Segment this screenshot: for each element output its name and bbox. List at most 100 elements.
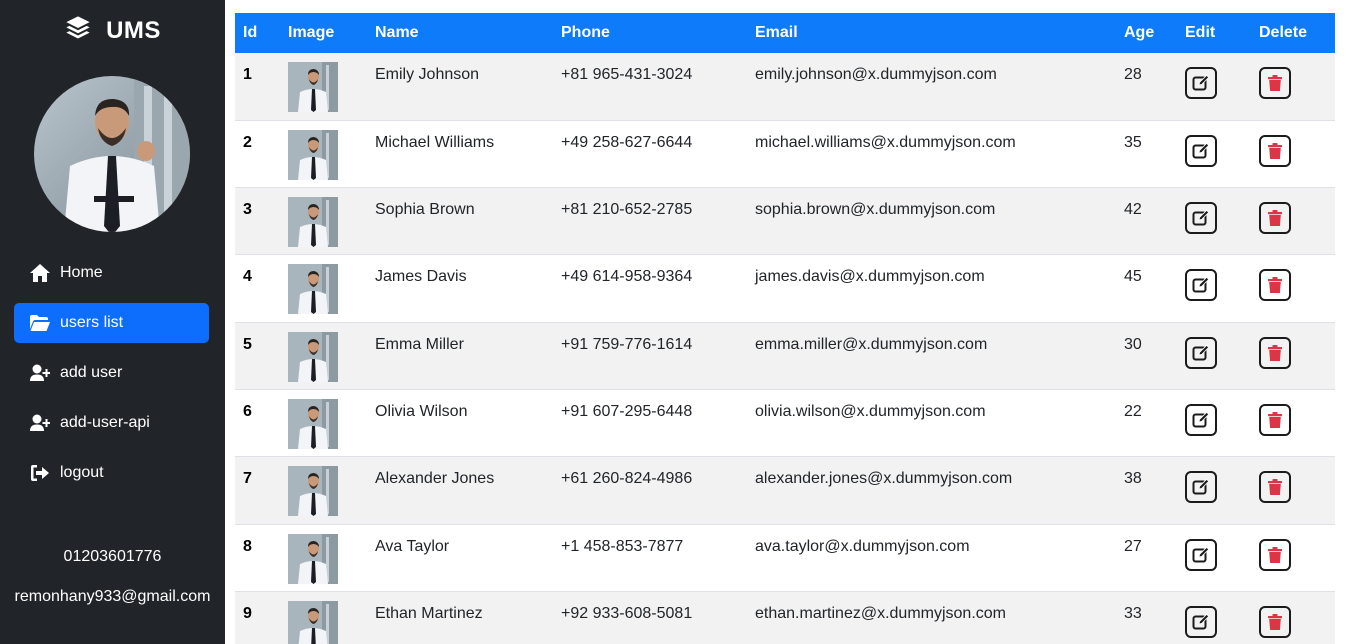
table-header-row: Id Image Name Phone Email Age Edit Delet… xyxy=(235,13,1335,53)
sidebar-item-home[interactable]: Home xyxy=(14,253,209,293)
delete-button[interactable] xyxy=(1259,202,1291,235)
profile-phone: 01203601776 xyxy=(63,548,162,565)
brand: UMS xyxy=(0,14,225,47)
edit-icon xyxy=(1192,344,1210,362)
trash-icon xyxy=(1268,411,1282,428)
users-table: Id Image Name Phone Email Age Edit Delet… xyxy=(235,13,1335,644)
cell-email: michael.williams@x.dummyjson.com xyxy=(755,133,1016,151)
cell-email: emma.miller@x.dummyjson.com xyxy=(755,335,988,353)
cell-id: 3 xyxy=(243,201,252,219)
edit-button[interactable] xyxy=(1185,336,1217,369)
cell-phone: +49 258-627-6644 xyxy=(561,133,693,151)
cell-delete xyxy=(1251,591,1335,644)
cell-id: 8 xyxy=(243,537,252,555)
layers-icon xyxy=(64,14,92,47)
edit-button[interactable] xyxy=(1185,269,1217,302)
table-row: 7 Alexander Jones +61 260-824-4986 alexande… xyxy=(235,456,1335,525)
cell-phone: +1 458-853-7877 xyxy=(561,537,684,555)
sidebar-item-logout[interactable]: logout xyxy=(14,453,209,493)
cell-id: 7 xyxy=(243,470,252,488)
cell-image xyxy=(280,120,367,187)
cell-name: Ava Taylor xyxy=(375,537,450,555)
table-row: 9 Ethan Martinez +92 933-608-5081 ethan.mar… xyxy=(235,591,1335,644)
cell-edit xyxy=(1177,591,1251,644)
cell-email: emily.johnson@x.dummyjson.com xyxy=(755,66,997,83)
trash-icon xyxy=(1268,479,1282,496)
column-header-phone: Phone xyxy=(561,24,610,41)
edit-icon xyxy=(1192,209,1210,227)
avatar xyxy=(34,76,190,232)
user-thumbnail xyxy=(288,62,359,112)
edit-icon xyxy=(1192,74,1210,92)
cell-email: ava.taylor@x.dummyjson.com xyxy=(755,537,970,555)
column-header-id: Id xyxy=(243,24,258,41)
trash-icon xyxy=(1268,344,1282,361)
logout-icon xyxy=(30,463,50,483)
column-header-edit: Edit xyxy=(1185,24,1216,41)
table-row: 5 Emma Miller +91 759-776-1614 emma.miller@… xyxy=(235,322,1335,390)
sidebar-nav: Home users list add user add-user-api lo… xyxy=(14,253,209,503)
cell-image xyxy=(280,53,367,120)
cell-age: 30 xyxy=(1124,335,1142,353)
edit-button[interactable] xyxy=(1185,403,1217,436)
sidebar-item-add-user-api[interactable]: add-user-api xyxy=(14,403,209,443)
edit-icon xyxy=(1192,411,1210,429)
cell-edit xyxy=(1177,255,1251,322)
table-row: 1 Emily Johnson +81 965-431-3024 emily.john… xyxy=(235,53,1335,121)
cell-delete xyxy=(1251,53,1335,120)
edit-icon xyxy=(1192,613,1210,631)
app-title: UMS xyxy=(106,16,161,44)
delete-button[interactable] xyxy=(1259,269,1291,302)
cell-edit xyxy=(1177,524,1251,591)
delete-button[interactable] xyxy=(1259,538,1291,571)
cell-edit xyxy=(1177,53,1251,120)
column-header-image: Image xyxy=(288,24,335,41)
delete-button[interactable] xyxy=(1259,336,1291,369)
cell-image xyxy=(280,591,367,644)
cell-delete xyxy=(1251,524,1335,591)
users-table-container: Id Image Name Phone Email Age Edit Delet… xyxy=(235,13,1335,644)
cell-email: sophia.brown@x.dummyjson.com xyxy=(755,201,996,219)
cell-name: Ethan Martinez xyxy=(375,604,483,622)
cell-age: 33 xyxy=(1124,604,1142,622)
edit-button[interactable] xyxy=(1185,67,1217,99)
delete-button[interactable] xyxy=(1259,471,1291,504)
cell-image xyxy=(280,188,367,255)
cell-email: james.davis@x.dummyjson.com xyxy=(755,268,985,286)
table-body: 1 Emily Johnson +81 965-431-3024 emily.john… xyxy=(235,53,1335,644)
sidebar-item-label: Home xyxy=(60,264,103,281)
delete-button[interactable] xyxy=(1259,605,1291,638)
edit-button[interactable] xyxy=(1185,605,1217,638)
cell-name: Emma Miller xyxy=(375,335,464,353)
trash-icon xyxy=(1268,277,1282,294)
cell-age: 35 xyxy=(1124,133,1142,151)
sidebar: UMS Home users list add user add-user-ap… xyxy=(0,0,225,644)
edit-icon xyxy=(1192,546,1210,564)
edit-button[interactable] xyxy=(1185,471,1217,504)
user-thumbnail xyxy=(288,600,359,644)
column-header-age: Age xyxy=(1124,24,1155,41)
delete-button[interactable] xyxy=(1259,67,1291,99)
edit-icon xyxy=(1192,478,1210,496)
cell-image xyxy=(280,389,367,456)
cell-image xyxy=(280,255,367,322)
edit-icon xyxy=(1192,142,1210,160)
sidebar-item-add-user[interactable]: add user xyxy=(14,353,209,393)
cell-phone: +49 614-958-9364 xyxy=(561,268,693,286)
home-icon xyxy=(30,263,50,283)
delete-button[interactable] xyxy=(1259,403,1291,436)
cell-phone: +81 210-652-2785 xyxy=(561,201,693,219)
edit-button[interactable] xyxy=(1185,134,1217,167)
cell-id: 1 xyxy=(243,66,252,83)
cell-delete xyxy=(1251,188,1335,255)
edit-button[interactable] xyxy=(1185,202,1217,235)
sidebar-item-users-list[interactable]: users list xyxy=(14,303,209,343)
cell-phone: +61 260-824-4986 xyxy=(561,470,693,488)
cell-id: 9 xyxy=(243,604,252,622)
edit-button[interactable] xyxy=(1185,538,1217,571)
delete-button[interactable] xyxy=(1259,134,1291,167)
user-thumbnail xyxy=(288,129,359,180)
cell-image xyxy=(280,322,367,389)
table-row: 4 James Davis +49 614-958-9364 james.davis@… xyxy=(235,254,1335,323)
trash-icon xyxy=(1268,546,1282,563)
